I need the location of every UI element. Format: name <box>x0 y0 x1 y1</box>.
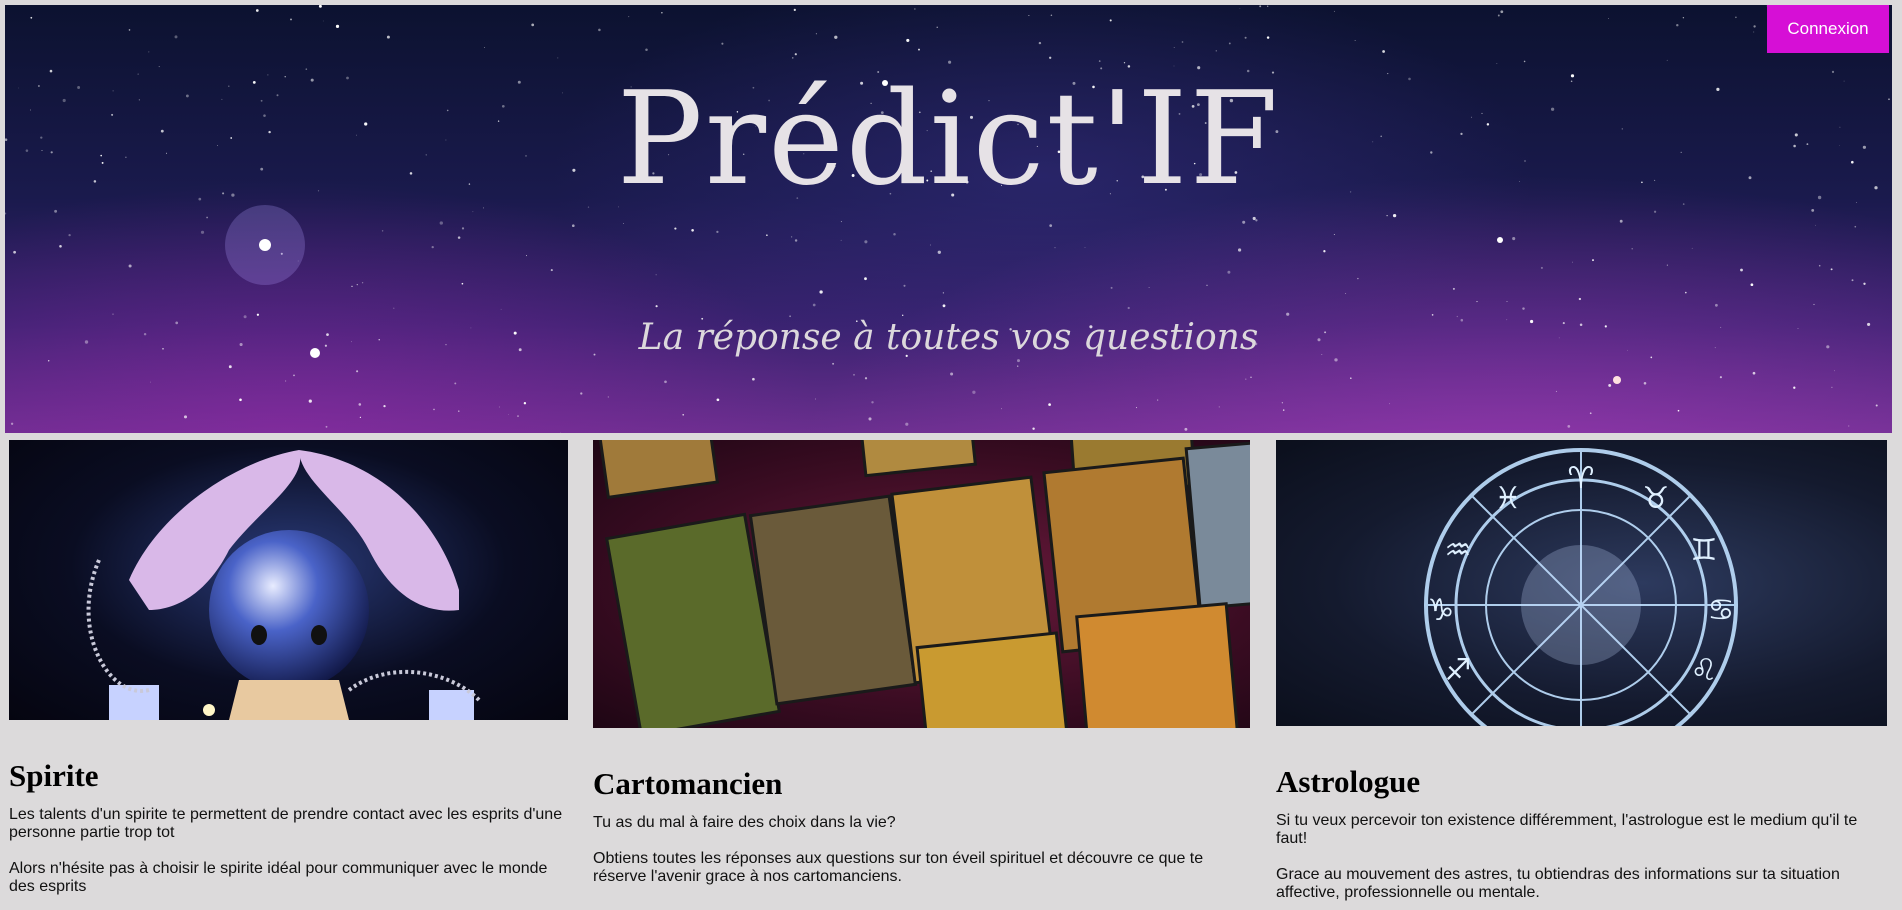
card-astrologue[interactable]: ♈ ♉ ♊ ♋ ♌ ♓ ♒ ♑ ♐ Astrologue Si tu veux … <box>1276 440 1887 902</box>
crystal-ball-image <box>9 440 568 720</box>
card-title: Spirite <box>9 758 99 793</box>
card-title: Cartomancien <box>593 766 783 801</box>
card-text: Si tu veux percevoir ton existence diffé… <box>1276 812 1858 847</box>
svg-text:♐: ♐ <box>1445 653 1472 688</box>
card-title: Astrologue <box>1276 764 1421 799</box>
svg-text:♋: ♋ <box>1708 593 1735 628</box>
svg-text:♈: ♈ <box>1568 461 1595 496</box>
svg-text:♉: ♉ <box>1643 481 1670 516</box>
hero-banner: Prédict'IF La réponse à toutes vos quest… <box>5 5 1892 433</box>
card-text: Obtiens toutes les réponses aux question… <box>593 850 1204 885</box>
brand-title: Prédict'IF <box>616 65 1281 214</box>
zodiac-wheel-image: ♈ ♉ ♊ ♋ ♌ ♓ ♒ ♑ ♐ <box>1276 440 1887 726</box>
svg-text:♓: ♓ <box>1495 481 1522 516</box>
card-text: Les talents d'un spirite te permettent d… <box>9 806 563 841</box>
card-spirite[interactable]: Spirite Les talents d'un spirite te perm… <box>9 440 569 896</box>
card-text: Tu as du mal à faire des choix dans la v… <box>593 814 896 831</box>
svg-text:♊: ♊ <box>1691 533 1718 568</box>
svg-text:♒: ♒ <box>1445 533 1472 568</box>
svg-text:♌: ♌ <box>1691 653 1718 688</box>
card-text: Alors n'hésite pas à choisir le spirite … <box>9 860 548 895</box>
tarot-cards-image <box>593 440 1250 728</box>
brand-tagline: La réponse à toutes vos questions <box>638 317 1259 358</box>
card-text: Grace au mouvement des astres, tu obtien… <box>1276 866 1840 901</box>
svg-text:♑: ♑ <box>1428 593 1455 628</box>
login-button[interactable]: Connexion <box>1767 5 1889 53</box>
card-cartomancien[interactable]: Cartomancien Tu as du mal à faire des ch… <box>593 440 1251 886</box>
